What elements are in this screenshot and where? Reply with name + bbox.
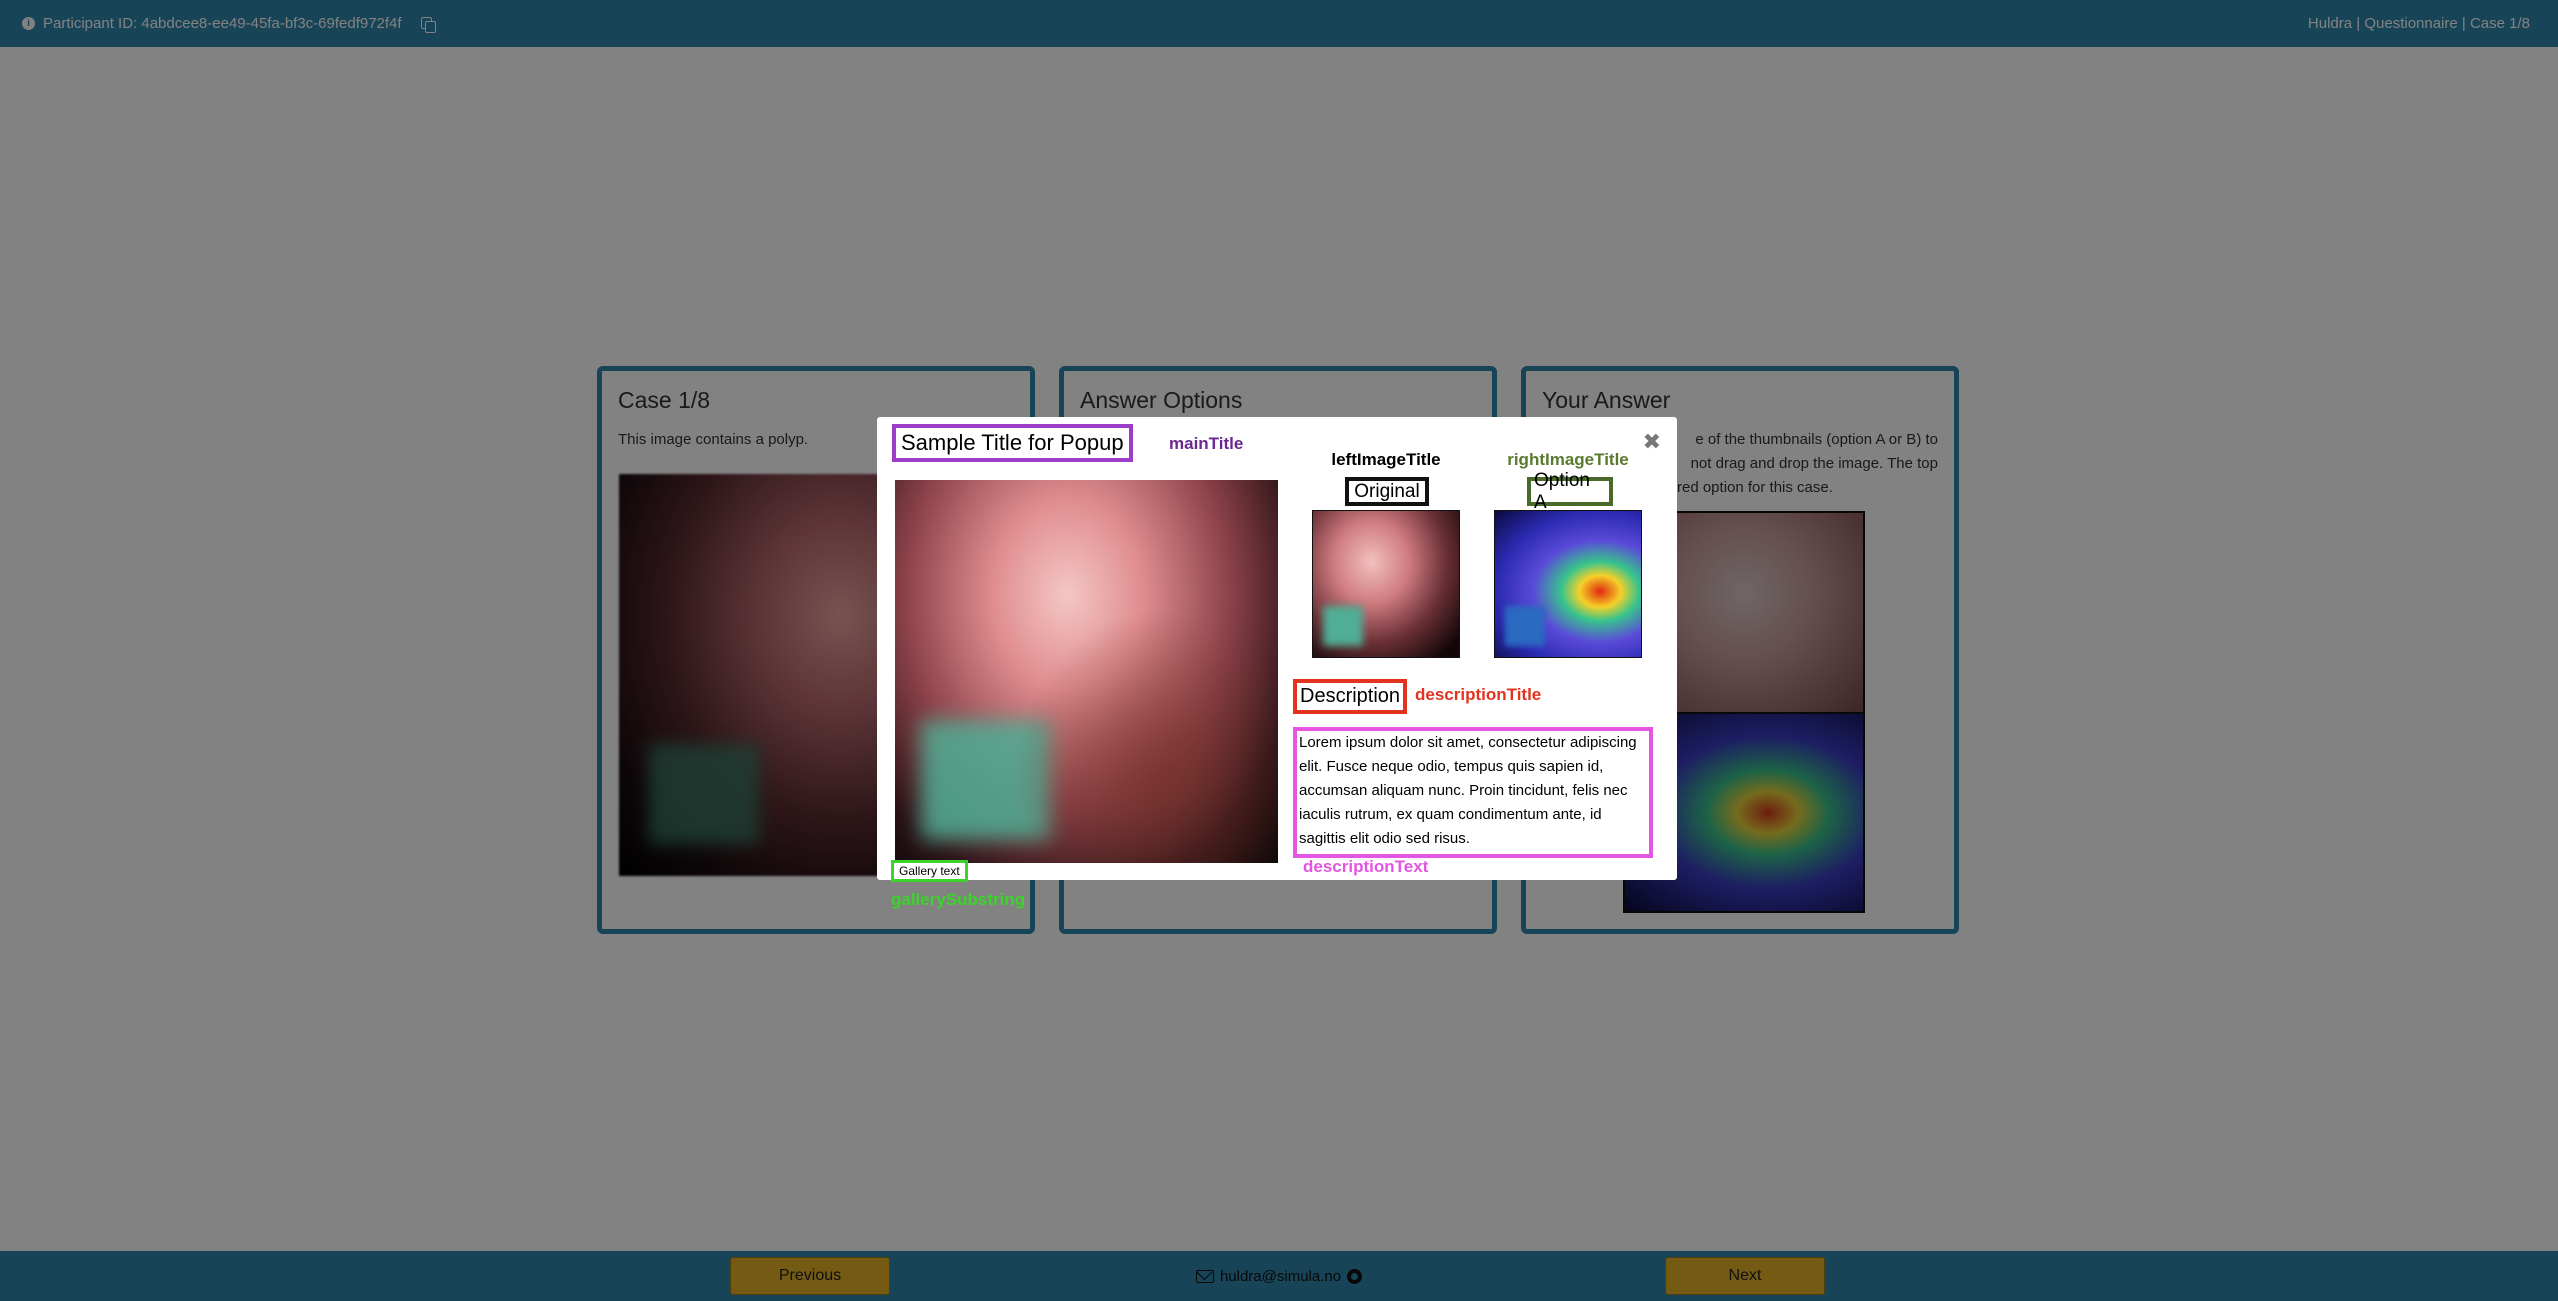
description-text-tag: descriptionText <box>1303 857 1429 876</box>
gallery-tag: gallerySubstring <box>891 890 1026 909</box>
close-icon[interactable]: ✖ <box>1643 429 1661 455</box>
description-text: Lorem ipsum dolor sit amet, consectetur … <box>1293 727 1653 858</box>
main-image <box>895 480 1278 863</box>
gallery-text: Gallery text <box>891 860 968 882</box>
app-breadcrumb: Huldra | Questionnaire | Case 1/8 <box>2307 15 2530 32</box>
bottom-bar: Previous huldra@simula.no Next <box>0 1251 2558 1301</box>
previous-button[interactable]: Previous <box>730 1257 890 1295</box>
github-icon[interactable] <box>1347 1268 1363 1284</box>
participant-id: Participant ID: 4abdcee8-ee49-45fa-bf3c-… <box>43 15 402 32</box>
contact: huldra@simula.no <box>1195 1268 1363 1285</box>
left-image <box>1312 510 1460 658</box>
mail-icon <box>1195 1269 1214 1283</box>
main-title: Sample Title for Popup <box>892 424 1133 462</box>
copy-icon[interactable] <box>420 16 436 33</box>
main-title-tag: mainTitle <box>1169 434 1244 453</box>
right-image <box>1494 510 1642 658</box>
left-image-title: leftImageTitle <box>1331 450 1441 469</box>
top-bar: i Participant ID: 4abdcee8-ee49-45fa-bf3… <box>0 0 2558 47</box>
description-title: Description <box>1293 679 1408 714</box>
contact-email[interactable]: huldra@simula.no <box>1220 1268 1341 1285</box>
participant-info: i Participant ID: 4abdcee8-ee49-45fa-bf3… <box>22 15 436 33</box>
right-image-label: Option A <box>1527 470 1613 513</box>
next-button[interactable]: Next <box>1665 1257 1825 1295</box>
right-image-title: rightImageTitle <box>1507 450 1629 469</box>
popup-modal: ✖ Sample Title for Popup mainTitle Galle… <box>877 417 1677 909</box>
info-icon: i <box>22 17 35 30</box>
description-title-tag: descriptionTitle <box>1415 685 1542 704</box>
left-image-label: Original <box>1345 477 1429 506</box>
